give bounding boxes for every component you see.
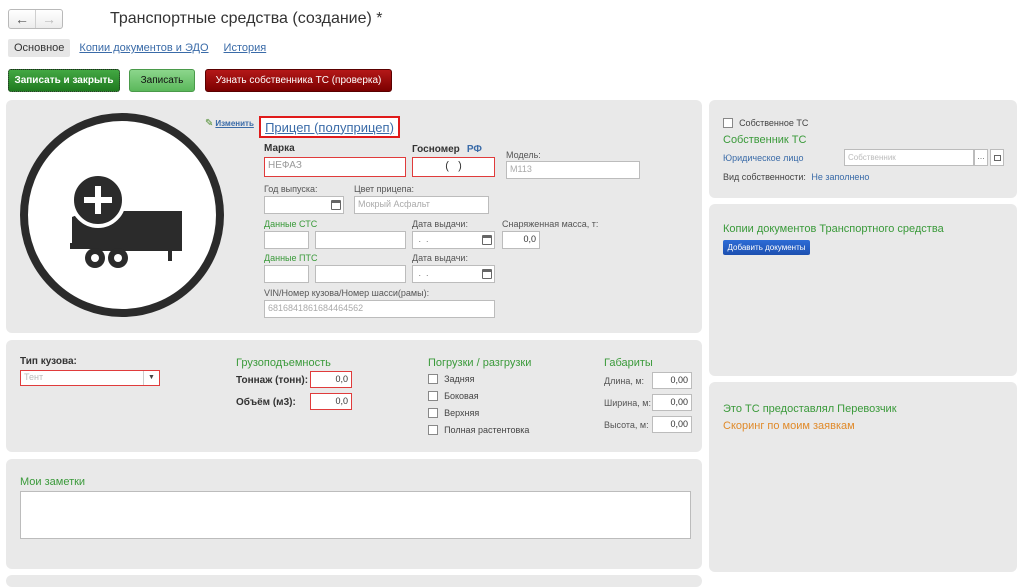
volume-label: Объём (м3):	[236, 397, 296, 408]
dropdown-arrow-icon[interactable]: ▼	[143, 371, 159, 385]
form-tabs: Основное Копии документов и ЭДО История	[8, 38, 275, 58]
pts-date-input[interactable]: . .	[412, 265, 495, 283]
back-arrow-icon[interactable]: ←	[9, 10, 35, 28]
plate-region-label: РФ	[466, 144, 482, 155]
width-input[interactable]: 0,00	[652, 394, 692, 411]
own-vehicle-checkbox-row[interactable]: Собственное ТС	[723, 117, 808, 129]
year-input[interactable]	[264, 196, 344, 214]
model-label: Модель:	[506, 150, 541, 160]
owner-select-button[interactable]: …	[974, 149, 988, 166]
plate-label: Госномер	[412, 144, 460, 155]
body-type-label: Тип кузова:	[20, 356, 77, 367]
checkbox[interactable]	[428, 374, 438, 385]
ownership-value-link[interactable]: Не заполнено	[811, 172, 869, 182]
brand-input[interactable]: НЕФАЗ	[264, 157, 406, 177]
specs-panel	[6, 340, 702, 452]
vehicle-type-link[interactable]: Прицеп (полуприцеп)	[259, 116, 400, 138]
capacity-title: Грузоподъемность	[236, 357, 331, 369]
curb-weight-label: Снаряженная масса, т:	[502, 219, 599, 229]
trailer-add-icon	[20, 113, 224, 317]
loading-option-top[interactable]: Верхняя	[428, 407, 479, 419]
tonnage-input[interactable]: 0,0	[310, 371, 352, 388]
bottom-panel	[6, 575, 702, 587]
loading-option-rear[interactable]: Задняя	[428, 373, 474, 385]
ownership-label: Вид собственности:	[723, 172, 806, 182]
owner-input[interactable]: Собственник	[844, 149, 974, 166]
checkbox[interactable]	[428, 391, 438, 402]
save-and-close-button[interactable]: Записать и закрыть	[8, 69, 120, 92]
open-owner-icon[interactable]	[990, 149, 1004, 166]
sts-number-input[interactable]	[315, 231, 406, 249]
notes-textarea[interactable]	[20, 491, 691, 539]
body-type-select[interactable]: Тент ▼	[20, 370, 160, 386]
plate-label-row: Госномер РФ	[412, 143, 482, 155]
check-owner-button[interactable]: Узнать собственника ТС (проверка)	[205, 69, 392, 92]
pts-number-input[interactable]	[315, 265, 406, 283]
pts-date-label: Дата выдачи:	[412, 253, 468, 263]
calendar-icon[interactable]	[482, 269, 492, 279]
tab-document-copies[interactable]: Копии документов и ЭДО	[73, 39, 214, 57]
vin-input[interactable]: 6816841861684464562	[264, 300, 495, 318]
color-input[interactable]: Мокрый Асфальт	[354, 196, 489, 214]
legal-entity-link[interactable]: Юридическое лицо	[723, 153, 804, 163]
length-input[interactable]: 0,00	[652, 372, 692, 389]
calendar-icon[interactable]	[482, 235, 492, 245]
documents-title: Копии документов Транспортного средства	[723, 223, 944, 235]
carrier-info: Это ТС предоставлял Перевозчик	[723, 403, 897, 415]
tonnage-label: Тоннаж (тонн):	[236, 375, 309, 386]
sts-date-label: Дата выдачи:	[412, 219, 468, 229]
tab-history[interactable]: История	[218, 39, 273, 57]
checkbox[interactable]	[428, 425, 438, 436]
color-label: Цвет прицепа:	[354, 184, 415, 194]
own-vehicle-checkbox[interactable]	[723, 118, 733, 129]
forward-arrow-icon[interactable]: →	[35, 10, 62, 28]
navigation-buttons: ← →	[8, 9, 63, 29]
page-title: Транспортные средства (создание) *	[110, 10, 383, 27]
save-button[interactable]: Записать	[129, 69, 195, 92]
tab-main[interactable]: Основное	[8, 39, 71, 57]
change-type-link[interactable]: ✎ Изменить	[205, 118, 254, 129]
scoring-link[interactable]: Скоринг по моим заявкам	[723, 420, 855, 432]
calendar-icon[interactable]	[331, 200, 341, 210]
dimensions-title: Габариты	[604, 357, 653, 369]
checkbox[interactable]	[428, 408, 438, 419]
plate-input[interactable]: ( )	[412, 157, 495, 177]
sts-series-input[interactable]	[264, 231, 309, 249]
notes-title: Мои заметки	[20, 476, 86, 488]
loading-title: Погрузки / разгрузки	[428, 357, 532, 369]
owner-section-title: Собственник ТС	[723, 134, 807, 146]
pencil-icon: ✎	[205, 118, 214, 129]
height-input[interactable]: 0,00	[652, 416, 692, 433]
pts-label: Данные ПТС	[264, 253, 318, 263]
brand-label: Марка	[264, 143, 295, 154]
ownership-row: Вид собственности: Не заполнено	[723, 172, 869, 182]
loading-option-full[interactable]: Полная растентовка	[428, 424, 529, 436]
height-label: Высота, м:	[604, 420, 649, 430]
year-label: Год выпуска:	[264, 184, 318, 194]
sts-date-input[interactable]: . .	[412, 231, 495, 249]
pts-series-input[interactable]	[264, 265, 309, 283]
curb-weight-input[interactable]: 0,0	[502, 231, 540, 249]
loading-option-side[interactable]: Боковая	[428, 390, 479, 402]
volume-input[interactable]: 0,0	[310, 393, 352, 410]
vin-label: VIN/Номер кузова/Номер шасси(рамы):	[264, 288, 430, 298]
length-label: Длина, м:	[604, 376, 645, 386]
sts-label: Данные СТС	[264, 219, 318, 229]
add-documents-button[interactable]: Добавить документы	[723, 240, 810, 255]
model-input[interactable]: М113	[506, 161, 640, 179]
width-label: Ширина, м:	[604, 398, 651, 408]
